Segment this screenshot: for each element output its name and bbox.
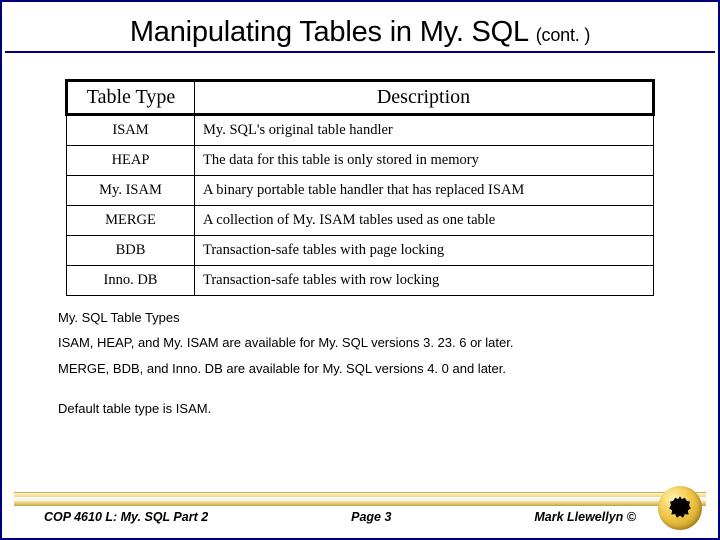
notes-heading: My. SQL Table Types bbox=[58, 310, 678, 326]
cell-type: BDB bbox=[67, 236, 195, 266]
footer-right: Mark Llewellyn © bbox=[534, 510, 636, 524]
table-header-row: Table Type Description bbox=[67, 81, 654, 115]
ucf-logo-icon bbox=[658, 486, 702, 530]
table-row: MERGE A collection of My. ISAM tables us… bbox=[67, 206, 654, 236]
slide-title: Manipulating Tables in My. SQL (cont. ) bbox=[12, 16, 708, 49]
cell-desc: My. SQL's original table handler bbox=[195, 115, 654, 146]
footer-text: COP 4610 L: My. SQL Part 2 Page 3 Mark L… bbox=[44, 510, 636, 524]
table-types-table: Table Type Description ISAM My. SQL's or… bbox=[65, 79, 655, 296]
cell-desc: Transaction-safe tables with page lockin… bbox=[195, 236, 654, 266]
cell-type: Inno. DB bbox=[67, 266, 195, 296]
table-row: HEAP The data for this table is only sto… bbox=[67, 146, 654, 176]
table-row: BDB Transaction-safe tables with page lo… bbox=[67, 236, 654, 266]
notes-line: MERGE, BDB, and Inno. DB are available f… bbox=[58, 361, 678, 377]
table-row: ISAM My. SQL's original table handler bbox=[67, 115, 654, 146]
table-row: Inno. DB Transaction-safe tables with ro… bbox=[67, 266, 654, 296]
cell-desc: Transaction-safe tables with row locking bbox=[195, 266, 654, 296]
title-underline bbox=[5, 51, 715, 53]
cell-type: HEAP bbox=[67, 146, 195, 176]
cell-desc: A collection of My. ISAM tables used as … bbox=[195, 206, 654, 236]
footer-center: Page 3 bbox=[351, 510, 391, 524]
title-cont: (cont. ) bbox=[536, 25, 590, 45]
footer: COP 4610 L: My. SQL Part 2 Page 3 Mark L… bbox=[6, 488, 714, 532]
cell-desc: A binary portable table handler that has… bbox=[195, 176, 654, 206]
table-row: My. ISAM A binary portable table handler… bbox=[67, 176, 654, 206]
title-area: Manipulating Tables in My. SQL (cont. ) bbox=[2, 8, 718, 53]
notes-block: My. SQL Table Types ISAM, HEAP, and My. … bbox=[58, 310, 678, 417]
cell-type: ISAM bbox=[67, 115, 195, 146]
col-header-type: Table Type bbox=[67, 81, 195, 115]
notes-line: Default table type is ISAM. bbox=[58, 401, 678, 417]
cell-desc: The data for this table is only stored i… bbox=[195, 146, 654, 176]
cell-type: MERGE bbox=[67, 206, 195, 236]
notes-line: ISAM, HEAP, and My. ISAM are available f… bbox=[58, 335, 678, 351]
slide: Manipulating Tables in My. SQL (cont. ) … bbox=[0, 0, 720, 540]
cell-type: My. ISAM bbox=[67, 176, 195, 206]
footer-divider bbox=[14, 492, 706, 507]
footer-left: COP 4610 L: My. SQL Part 2 bbox=[44, 510, 208, 524]
title-main: Manipulating Tables in My. SQL bbox=[130, 16, 528, 48]
col-header-desc: Description bbox=[195, 81, 654, 115]
